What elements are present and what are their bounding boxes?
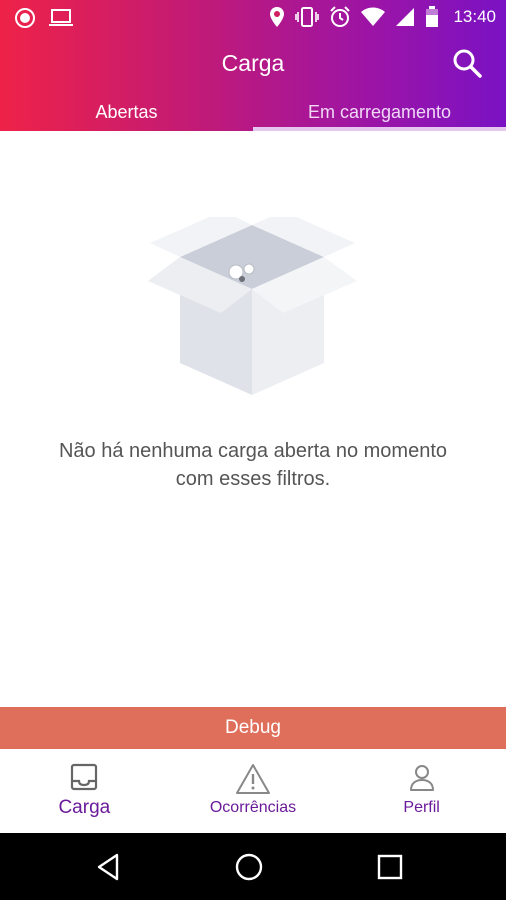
nav-item-perfil[interactable]: Perfil <box>337 749 506 833</box>
empty-message-line1: Não há nenhuma carga aberta no momento <box>58 440 448 462</box>
app-header: 13:40 Carga Abertas Em carregamento <box>0 0 506 131</box>
nav-item-carga[interactable]: Carga <box>0 749 169 833</box>
open-box-illustration <box>148 217 357 395</box>
debug-label: Debug <box>225 717 281 738</box>
signal-icon <box>396 8 415 26</box>
tab-label: Abertas <box>95 102 158 122</box>
home-icon[interactable] <box>233 851 265 883</box>
toolbar: Carga <box>0 36 506 92</box>
wifi-icon <box>361 7 386 26</box>
tab-bar: Abertas Em carregamento <box>0 92 506 131</box>
debug-button[interactable]: Debug <box>0 707 506 749</box>
tab-abertas[interactable]: Abertas <box>0 92 253 131</box>
inbox-icon <box>71 763 98 791</box>
empty-state: Não há nenhuma carga aberta no momento c… <box>0 131 506 707</box>
tab-em-carregamento[interactable]: Em carregamento <box>253 92 506 131</box>
system-nav-bar <box>0 833 506 900</box>
record-icon <box>15 8 35 28</box>
nav-label: Carga <box>58 797 111 818</box>
page-title: Carga <box>221 50 285 76</box>
nav-label: Ocorrências <box>209 799 297 816</box>
location-icon <box>270 7 285 27</box>
warning-icon <box>235 764 270 794</box>
back-icon[interactable] <box>93 851 125 883</box>
vibrate-icon <box>295 7 320 27</box>
nav-item-ocorrencias[interactable]: Ocorrências <box>169 749 338 833</box>
tab-label: Em carregamento <box>307 102 452 122</box>
empty-message: Não há nenhuma carga aberta no momento c… <box>28 437 478 493</box>
status-time: 13:40 <box>453 7 496 26</box>
alarm-icon <box>330 6 351 27</box>
battery-icon <box>426 6 439 27</box>
search-icon[interactable] <box>450 46 484 80</box>
person-icon <box>409 765 434 791</box>
status-bar: 13:40 <box>0 0 506 36</box>
laptop-icon <box>49 9 73 26</box>
nav-label: Perfil <box>403 799 440 816</box>
recents-icon[interactable] <box>374 851 406 883</box>
bottom-nav: Carga Ocorrências Perfil <box>0 749 506 833</box>
empty-message-line2: com esses filtros. <box>175 468 331 490</box>
